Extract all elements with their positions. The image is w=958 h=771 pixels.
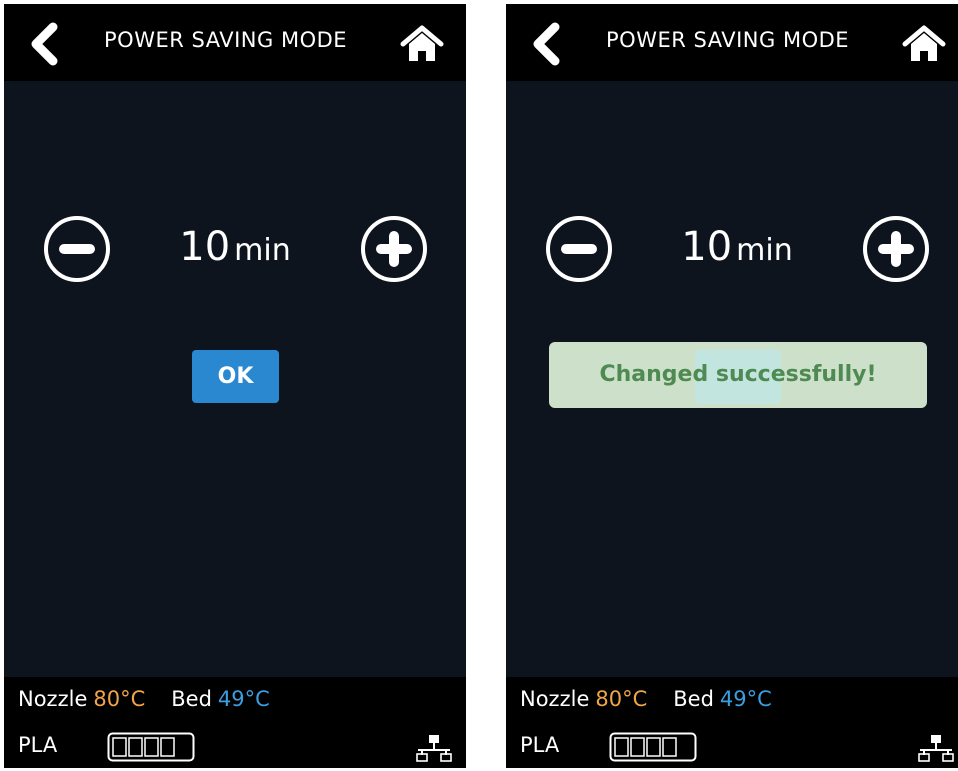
printer-screen-before: POWER SAVING MODE 10 min OK Nozzle 80°C Bed… (4, 4, 466, 768)
home-icon[interactable] (902, 24, 946, 64)
timeout-value: 10 min (626, 224, 848, 270)
page-title: POWER SAVING MODE (606, 28, 850, 52)
toast-message: Changed successfully! (599, 362, 877, 387)
filament-gauge-icon (609, 732, 697, 762)
bed-label: Bed (171, 687, 212, 711)
ok-button[interactable]: OK (192, 350, 279, 403)
timeout-setting: 10 min (4, 214, 466, 284)
timeout-setting: 10 min (506, 214, 958, 284)
status-bar: Nozzle 80°C Bed 49°C PLA (4, 677, 466, 768)
bed-temp: 49°C (719, 687, 772, 711)
printer-screen-after: POWER SAVING MODE 10 min Changed successf… (506, 4, 958, 768)
nozzle-temp: 80°C (93, 687, 146, 711)
home-icon[interactable] (400, 24, 444, 64)
bed-temp: 49°C (217, 687, 270, 711)
header-bar: POWER SAVING MODE (506, 4, 958, 81)
minus-circle-icon[interactable] (42, 214, 112, 284)
success-toast: Changed successfully! (549, 342, 927, 408)
status-bar: Nozzle 80°C Bed 49°C PLA (506, 677, 958, 768)
temperature-readout: Nozzle 80°C Bed 49°C (18, 687, 270, 711)
timeout-unit: min (234, 233, 291, 268)
chevron-left-icon[interactable] (24, 22, 64, 66)
plus-circle-icon[interactable] (359, 214, 429, 284)
plus-circle-icon[interactable] (861, 214, 931, 284)
network-icon[interactable] (918, 734, 954, 762)
nozzle-temp: 80°C (595, 687, 648, 711)
filament-type: PLA (18, 733, 58, 757)
temperature-readout: Nozzle 80°C Bed 49°C (520, 687, 772, 711)
page-title: POWER SAVING MODE (104, 28, 348, 52)
timeout-number: 10 (179, 224, 231, 270)
filament-gauge-icon (107, 732, 195, 762)
nozzle-label: Nozzle (18, 687, 88, 711)
header-bar: POWER SAVING MODE (4, 4, 466, 81)
chevron-left-icon[interactable] (526, 22, 566, 66)
timeout-unit: min (736, 233, 793, 268)
minus-circle-icon[interactable] (544, 214, 614, 284)
network-icon[interactable] (416, 734, 452, 762)
nozzle-label: Nozzle (520, 687, 590, 711)
timeout-value: 10 min (124, 224, 346, 270)
timeout-number: 10 (681, 224, 733, 270)
filament-type: PLA (520, 733, 560, 757)
bed-label: Bed (673, 687, 714, 711)
